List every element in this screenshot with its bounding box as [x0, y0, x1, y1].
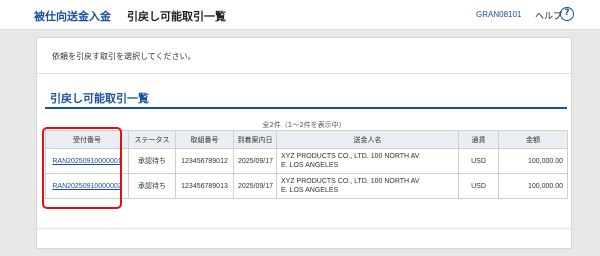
status-cell: 承認待ち	[128, 173, 176, 199]
help-link[interactable]: ヘルプ	[535, 9, 562, 22]
instruction-text: 依頼を引戻す取引を選択してください。	[52, 52, 196, 61]
currency-cell: USD	[458, 173, 499, 199]
amount-cell: 100,000.00	[498, 173, 568, 199]
page-title: 引戻し可能取引一覧	[127, 10, 226, 23]
section-title-underline	[45, 107, 567, 109]
remitter-cell: XYZ PRODUCTS CO., LTD. 100 NORTH AV E. L…	[276, 173, 459, 199]
remitter-line1: XYZ PRODUCTS CO., LTD. 100 NORTH AV	[281, 153, 420, 160]
table-row: RAN20250910000002 承認待ち 123456789013 2025…	[45, 173, 568, 199]
highlight-box	[42, 127, 122, 209]
divider	[37, 228, 571, 229]
section-title: 引戻し可能取引一覧	[50, 92, 149, 105]
remitter-line2: E. LOS ANGELES	[281, 162, 339, 169]
amount-cell: 100,000.00	[498, 148, 568, 174]
column-header-status: ステータス	[128, 130, 176, 149]
arrival-date-cell: 2025/09/17	[233, 173, 277, 199]
trade-no-cell: 123456789013	[175, 173, 234, 199]
divider	[37, 73, 571, 74]
column-header-amount: 金額	[498, 130, 568, 149]
remitter-line2: E. LOS ANGELES	[281, 187, 339, 194]
table-header-row: 受付番号 ステータス 取組番号 到着案内日 送金人名 通貨 金額	[45, 130, 568, 149]
column-header-arrival-date: 到着案内日	[233, 130, 277, 149]
column-header-trade-no: 取組番号	[175, 130, 234, 149]
currency-cell: USD	[458, 148, 499, 174]
top-bar: 被仕向送金入金 引戻し可能取引一覧 GRAN08101 ヘルプ ?	[0, 0, 600, 30]
help-icon[interactable]: ?	[560, 7, 574, 21]
column-header-remitter: 送金人名	[276, 130, 459, 149]
arrival-date-cell: 2025/09/17	[233, 148, 277, 174]
module-name: 被仕向送金入金	[34, 10, 111, 23]
table-row: RAN20250910000001 承認待ち 123456789012 2025…	[45, 148, 568, 174]
status-cell: 承認待ち	[128, 148, 176, 174]
remitter-cell: XYZ PRODUCTS CO., LTD. 100 NORTH AV E. L…	[276, 148, 459, 174]
results-table: 受付番号 ステータス 取組番号 到着案内日 送金人名 通貨 金額 RAN2025…	[45, 130, 568, 199]
column-header-currency: 通貨	[458, 130, 499, 149]
remitter-line1: XYZ PRODUCTS CO., LTD. 100 NORTH AV	[281, 178, 420, 185]
screen-id: GRAN08101	[476, 10, 522, 19]
trade-no-cell: 123456789012	[175, 148, 234, 174]
